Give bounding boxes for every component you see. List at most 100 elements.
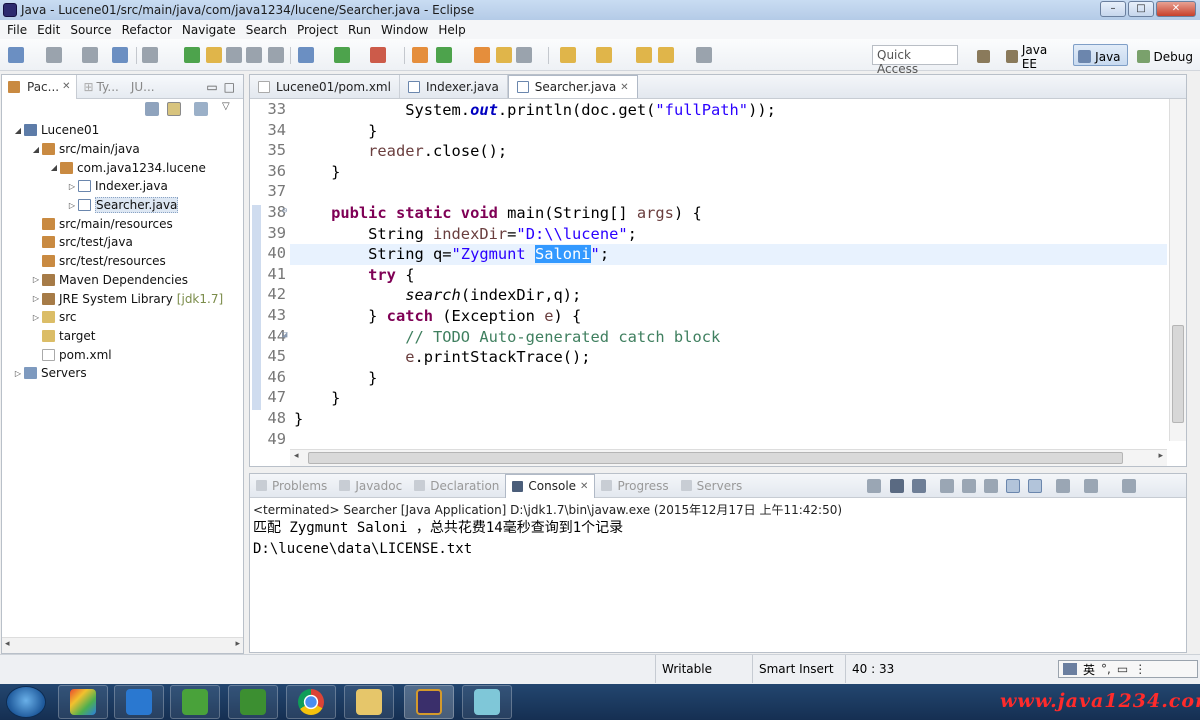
word-wrap-icon[interactable]: [984, 479, 998, 493]
console-tab-javadoc[interactable]: Javadoc: [333, 474, 408, 498]
ime-toolbar[interactable]: 英 °, ▭ ⋮: [1058, 660, 1198, 678]
collapsed-arrow-icon[interactable]: ▷: [30, 294, 42, 303]
menu-item-help[interactable]: Help: [433, 23, 470, 37]
minimize-view-icon[interactable]: ▭: [206, 80, 217, 94]
console-tab-problems[interactable]: Problems: [250, 474, 333, 498]
terminate-icon[interactable]: [867, 479, 881, 493]
clear-console-icon[interactable]: [940, 479, 954, 493]
close-tab-icon[interactable]: ✕: [620, 82, 628, 93]
code-line[interactable]: // TODO Auto-generated catch block: [294, 327, 720, 348]
ime-punctuation-icon[interactable]: °,: [1101, 662, 1111, 676]
new-icon[interactable]: [8, 47, 24, 63]
forward-icon[interactable]: [696, 47, 712, 63]
tree-item[interactable]: ◢ Lucene01: [2, 121, 243, 140]
tree-item[interactable]: ▷ Indexer.java: [2, 177, 243, 196]
run-icon[interactable]: [334, 47, 350, 63]
show-on-stdout-icon[interactable]: [1006, 479, 1020, 493]
tree-item[interactable]: ▷ Servers: [2, 364, 243, 383]
collapse-all-icon[interactable]: [145, 102, 159, 116]
open-task-icon[interactable]: [474, 47, 490, 63]
tab-type-hierarchy[interactable]: ⊞ Ty...: [77, 75, 124, 99]
taskbar-eclipse-app[interactable]: [404, 685, 454, 719]
code-line[interactable]: reader.close();: [294, 141, 507, 162]
tree-item[interactable]: ▷ Maven Dependencies: [2, 271, 243, 290]
code-line[interactable]: }: [294, 388, 340, 409]
editor-tab[interactable]: Lucene01/pom.xml: [250, 75, 400, 98]
search-icon[interactable]: [496, 47, 512, 63]
show-whitespace-icon[interactable]: [226, 47, 242, 63]
perspective-java[interactable]: Java: [1073, 44, 1128, 66]
code-line[interactable]: }: [294, 409, 303, 430]
code-line[interactable]: }: [294, 368, 377, 389]
open-console-icon[interactable]: [1122, 479, 1136, 493]
show-on-stderr-icon[interactable]: [1028, 479, 1042, 493]
print-icon[interactable]: [112, 47, 128, 63]
collapsed-arrow-icon[interactable]: ▷: [66, 201, 78, 210]
remove-launch-icon[interactable]: [890, 479, 904, 493]
tree-item[interactable]: ◢ com.java1234.lucene: [2, 158, 243, 177]
code-line[interactable]: search(indexDir,q);: [294, 285, 581, 306]
close-tab-icon[interactable]: ✕: [62, 81, 70, 92]
ime-language[interactable]: 英: [1083, 661, 1095, 678]
horizontal-scroll-thumb[interactable]: [308, 452, 1123, 464]
tree-item[interactable]: src/main/resources: [2, 214, 243, 233]
menu-item-search[interactable]: Search: [241, 23, 292, 37]
perspective-java-ee[interactable]: Java EE: [1001, 43, 1069, 71]
quick-fix-icon[interactable]: ◪: [282, 330, 287, 340]
new-class-icon[interactable]: [436, 47, 452, 63]
taskbar-explorer-app[interactable]: [344, 685, 394, 719]
open-type-icon[interactable]: [184, 47, 200, 63]
menu-item-refactor[interactable]: Refactor: [117, 23, 177, 37]
view-menu-chevron-icon[interactable]: ▽: [222, 101, 230, 112]
block-select-icon[interactable]: [246, 47, 262, 63]
save-icon[interactable]: [46, 47, 62, 63]
scroll-lock-icon[interactable]: [962, 479, 976, 493]
menu-item-source[interactable]: Source: [65, 23, 116, 37]
code-area[interactable]: 33 System.out.println(doc.get("fullPath"…: [267, 99, 1167, 448]
taskbar-chrome-app[interactable]: [286, 685, 336, 719]
collapsed-arrow-icon[interactable]: ▷: [30, 313, 42, 322]
ime-settings-icon[interactable]: ⋮: [1134, 662, 1146, 676]
perspective-debug[interactable]: Debug: [1132, 44, 1200, 66]
new-java-project-icon[interactable]: [412, 47, 428, 63]
taskbar-camtasia-recorder-app[interactable]: [228, 685, 278, 719]
menu-item-edit[interactable]: Edit: [32, 23, 65, 37]
editor-tab[interactable]: Searcher.java ✕: [507, 75, 638, 98]
code-line[interactable]: String indexDir="D:\\lucene";: [294, 224, 637, 245]
editor-tab[interactable]: Indexer.java: [400, 75, 508, 98]
back-icon[interactable]: [658, 47, 674, 63]
editor-horizontal-scrollbar[interactable]: ◂ ▸: [290, 449, 1167, 466]
taskbar-camtasia-app[interactable]: [170, 685, 220, 719]
menu-item-navigate[interactable]: Navigate: [177, 23, 241, 37]
console-tab-progress[interactable]: Progress: [595, 474, 674, 498]
tree-item[interactable]: src/test/resources: [2, 252, 243, 271]
code-line[interactable]: String q="Zygmunt Saloni";: [294, 244, 609, 265]
tree-item[interactable]: ▷ src: [2, 308, 243, 327]
collapsed-arrow-icon[interactable]: ▷: [66, 182, 78, 191]
code-line[interactable]: try {: [294, 265, 414, 286]
external-tools-icon[interactable]: [370, 47, 386, 63]
link-with-editor-icon[interactable]: [167, 102, 181, 116]
last-edit-icon[interactable]: [636, 47, 652, 63]
tree-item[interactable]: ▷ Searcher.java: [2, 196, 243, 215]
console-icon[interactable]: [142, 47, 158, 63]
code-line[interactable]: System.out.println(doc.get("fullPath"));: [294, 100, 776, 121]
pilcrow-icon[interactable]: [268, 47, 284, 63]
code-line[interactable]: }: [294, 121, 377, 142]
tree-item[interactable]: ◢ src/main/java: [2, 140, 243, 159]
view-menu-icon[interactable]: [194, 102, 208, 116]
highlight-icon[interactable]: [206, 47, 222, 63]
menu-item-run[interactable]: Run: [343, 23, 376, 37]
maximize-button[interactable]: □: [1128, 1, 1154, 17]
expanded-arrow-icon[interactable]: ◢: [30, 145, 42, 154]
tab-junit[interactable]: JU...: [125, 75, 161, 99]
taskbar-notes-app[interactable]: [462, 685, 512, 719]
open-perspective-button[interactable]: [972, 44, 997, 66]
menu-item-window[interactable]: Window: [376, 23, 433, 37]
start-button[interactable]: [6, 686, 46, 718]
quick-access-input[interactable]: Quick Access: [872, 45, 958, 76]
console-tab-declaration[interactable]: Declaration: [408, 474, 505, 498]
vertical-scrollbar[interactable]: [1169, 99, 1186, 441]
horizontal-scrollbar[interactable]: ◂ ▸: [2, 637, 243, 653]
terminal-icon[interactable]: [516, 47, 532, 63]
